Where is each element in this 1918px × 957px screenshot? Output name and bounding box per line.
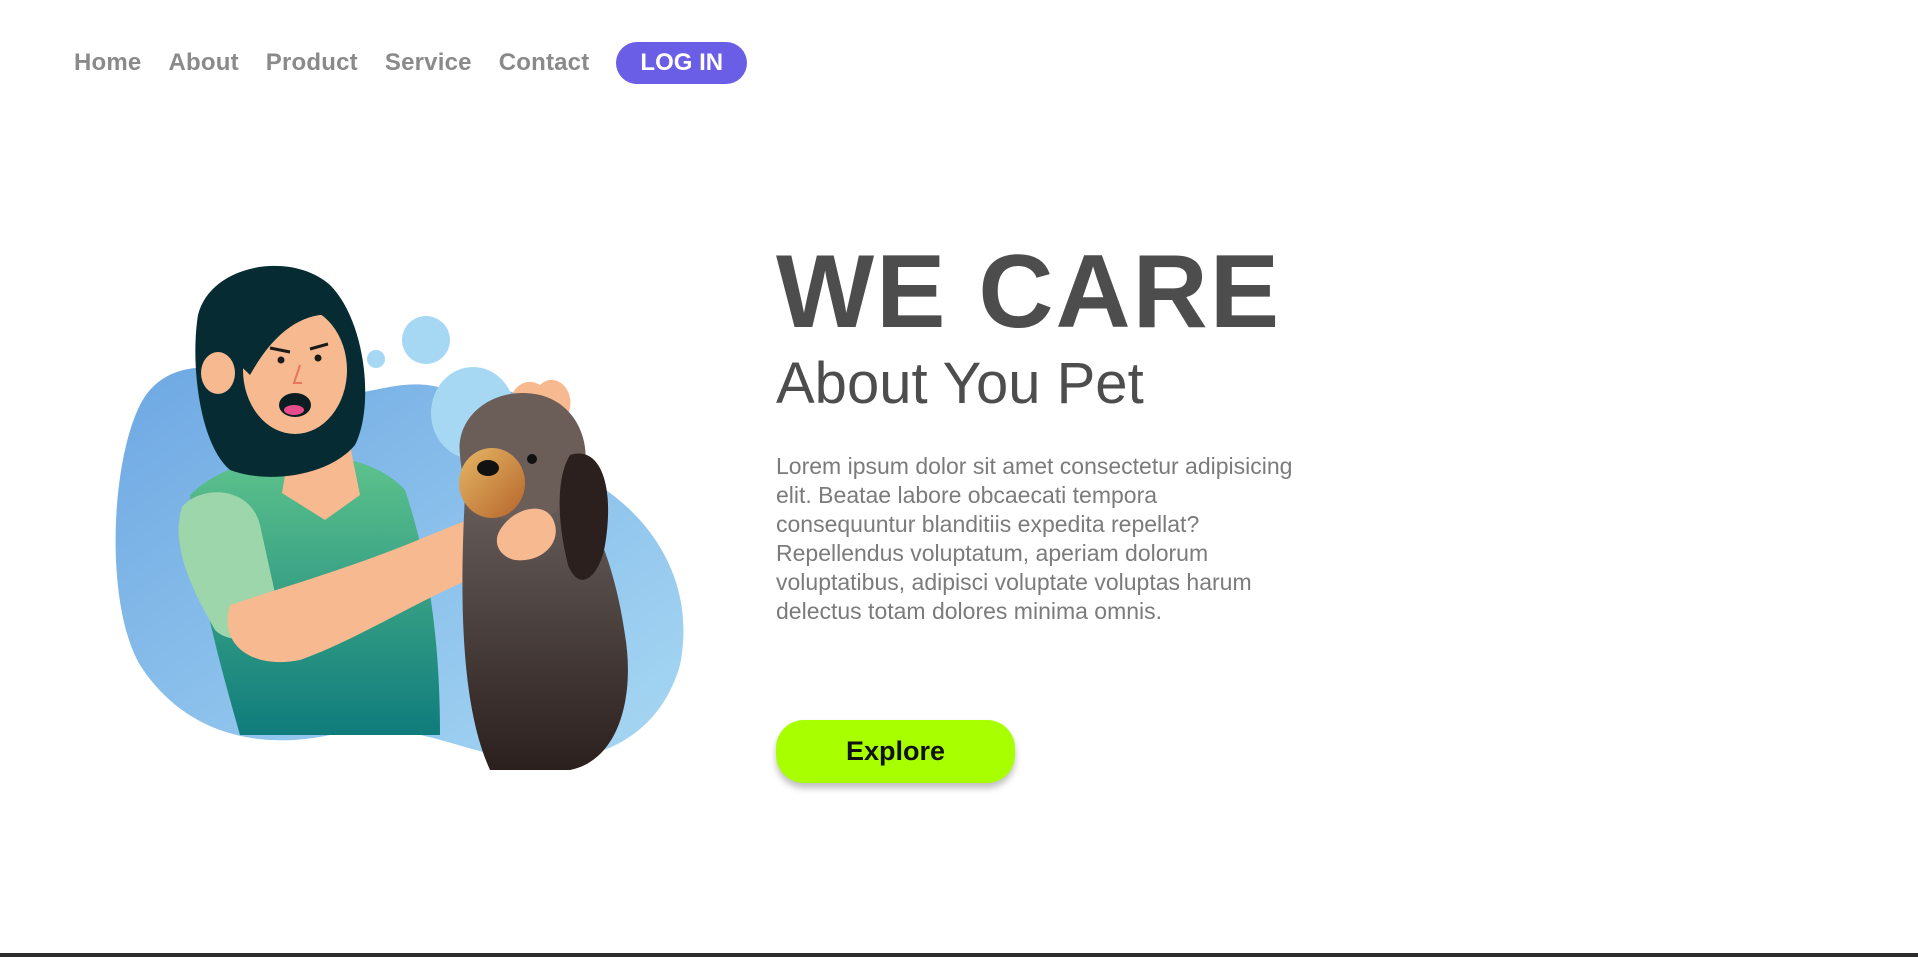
nav-contact-link[interactable]: Contact <box>499 49 590 77</box>
woman-caring-for-dog-illustration <box>115 265 684 770</box>
bubble-small <box>367 350 385 368</box>
eye-right <box>314 354 322 362</box>
nav-service-link[interactable]: Service <box>385 49 472 77</box>
hero-title: WE CARE <box>776 234 1282 350</box>
dog-eye <box>527 454 537 464</box>
login-button[interactable]: LOG IN <box>616 42 748 84</box>
explore-button[interactable]: Explore <box>776 720 1015 783</box>
eye-left <box>277 356 285 364</box>
nav-home-link[interactable]: Home <box>74 49 141 77</box>
dog-muzzle <box>459 448 525 518</box>
tongue <box>284 405 304 415</box>
nav-about-link[interactable]: About <box>168 49 238 77</box>
hero-subtitle: About You Pet <box>776 351 1144 416</box>
bottom-divider <box>0 953 1918 957</box>
bubble-large <box>402 316 450 364</box>
hero-description: Lorem ipsum dolor sit amet consectetur a… <box>776 453 1293 624</box>
dog-nose <box>477 460 499 476</box>
nav-product-link[interactable]: Product <box>266 49 358 77</box>
ear <box>201 352 235 394</box>
main-nav: Home About Product Service Contact LOG I… <box>74 42 748 84</box>
